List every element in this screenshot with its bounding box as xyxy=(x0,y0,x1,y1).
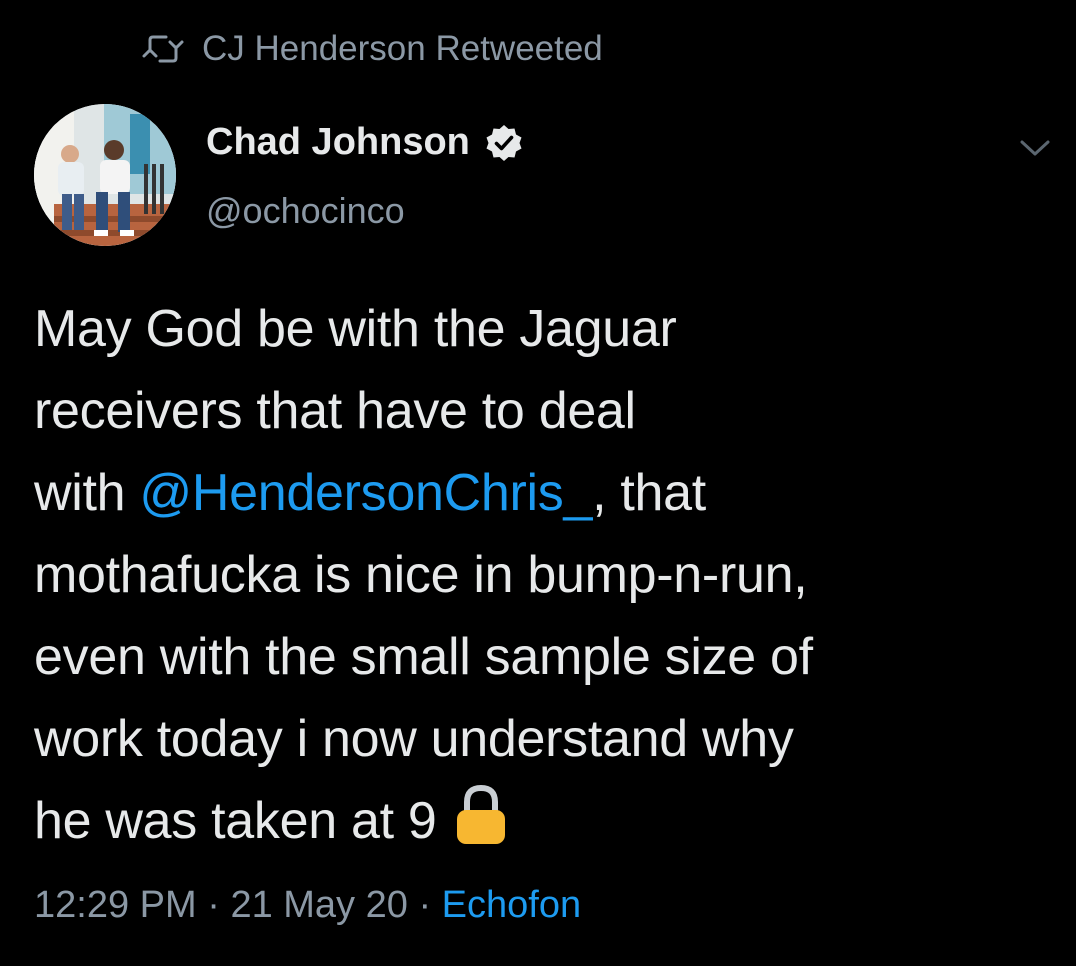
retweet-icon xyxy=(140,34,186,64)
tweet-line: he was taken at 9 xyxy=(34,780,1054,862)
lock-icon xyxy=(453,782,509,848)
tweet-line: May God be with the Jaguar xyxy=(34,300,677,358)
tweet-time[interactable]: 12:29 PM xyxy=(34,884,197,926)
tweet-line: receivers that have to deal xyxy=(34,382,636,440)
meta-separator: · xyxy=(407,884,442,926)
tweet-text: May God be with the Jaguar receivers tha… xyxy=(34,288,1054,862)
tweet-meta: 12:29 PM · 21 May 20 · Echofon xyxy=(34,884,581,927)
tweet-line-suffix: , that xyxy=(592,464,706,522)
author-name[interactable]: Chad Johnson xyxy=(206,121,524,164)
tweet-line-prefix: with xyxy=(34,464,140,522)
verified-badge-icon xyxy=(484,123,524,163)
author-display-name: Chad Johnson xyxy=(206,121,470,163)
tweet-date[interactable]: 21 May 20 xyxy=(230,884,407,926)
tweet-source-link[interactable]: Echofon xyxy=(442,884,581,926)
tweet-line: work today i now understand why xyxy=(34,710,794,768)
author-handle[interactable]: @ochocinco xyxy=(206,190,405,232)
tweet-line-text: he was taken at 9 xyxy=(34,792,437,850)
chevron-down-icon[interactable] xyxy=(1016,136,1054,160)
retweet-context[interactable]: CJ Henderson Retweeted xyxy=(140,26,603,72)
avatar-photo xyxy=(34,104,176,246)
tweet-line: even with the small sample size of xyxy=(34,628,813,686)
meta-separator: · xyxy=(196,884,231,926)
retweet-label: CJ Henderson Retweeted xyxy=(202,29,603,68)
tweet-line: mothafucka is nice in bump-n-run, xyxy=(34,546,808,604)
tweet-line: with @HendersonChris_, that xyxy=(34,452,1054,534)
mention-link[interactable]: @HendersonChris_ xyxy=(139,464,592,522)
avatar[interactable] xyxy=(34,104,176,246)
